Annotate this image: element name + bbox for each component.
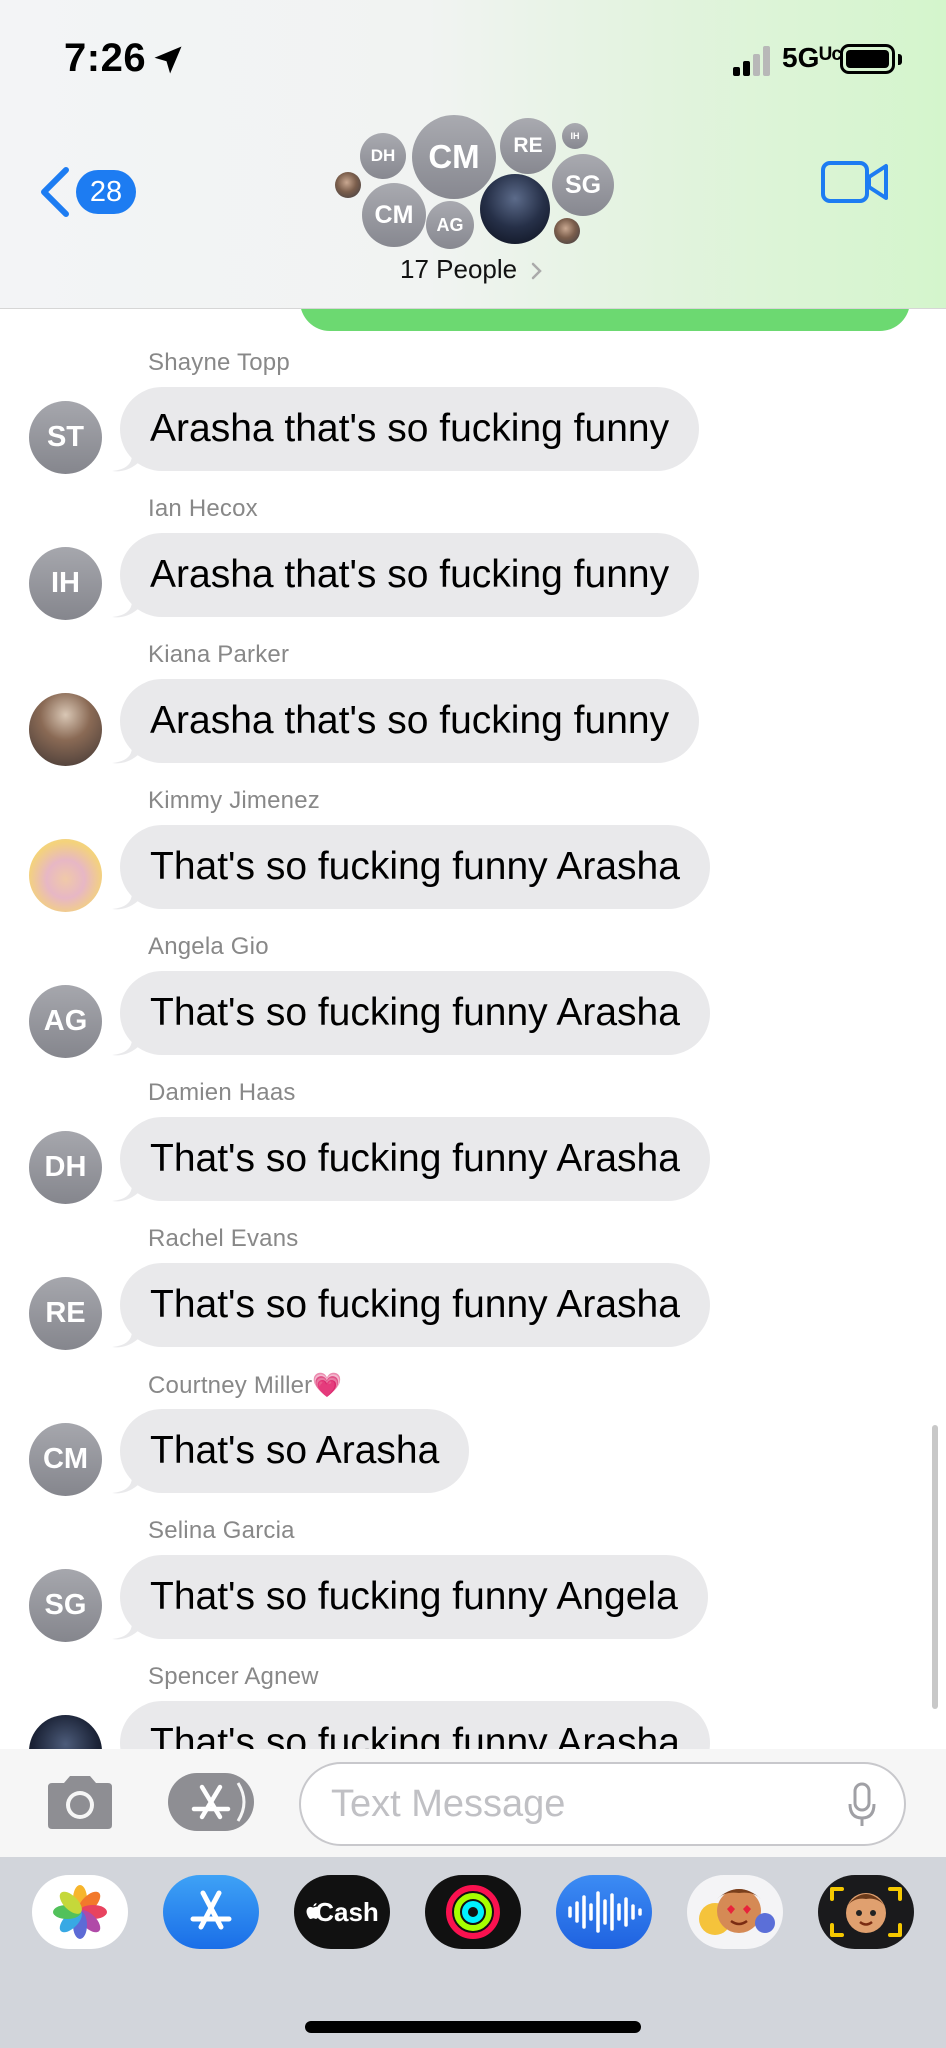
group-avatar: CM [362,183,426,247]
sender-name: Courtney Miller💗 [148,1372,343,1399]
compose-bar [0,1749,946,1857]
message-list[interactable]: Shayne Topp ST Arasha that's so fucking … [0,309,946,1749]
message-row: Selina Garcia SG That's so fucking funny… [0,1509,946,1655]
imessage-app-drawer: Cash [0,1857,946,2048]
message-row: Spencer Agnew That's so fucking funny Ar… [0,1655,946,1749]
message-row: Courtney Miller💗 CM That's so Arasha [0,1363,946,1509]
messages-screen: 7:26 5Gᵁᶜ 28 DH CM RE IH CM AG SG 17 Peo… [0,0,946,2048]
sender-name: Ian Hecox [148,495,258,522]
app-store-icon [190,1890,232,1930]
audio-message-icon [568,1891,642,1933]
message-row: Ian Hecox IH Arasha that's so fucking fu… [0,487,946,633]
activity-icon [446,1885,500,1939]
group-avatar: IH [562,123,588,149]
location-arrow-icon [154,46,182,74]
sender-name: Spencer Agnew [148,1663,319,1690]
battery-nub [898,54,902,65]
chevron-left-icon [41,167,69,217]
message-input[interactable] [331,1764,811,1844]
photos-app-button[interactable] [32,1875,128,1949]
audio-message-app-button[interactable] [556,1875,652,1949]
activity-app-button[interactable] [425,1875,521,1949]
sender-name: Selina Garcia [148,1517,295,1544]
received-message-bubble[interactable]: That's so fucking funny Arasha [120,1701,710,1749]
sender-avatar[interactable]: IH [29,547,102,620]
photos-icon [53,1885,107,1939]
memoji-app-button[interactable] [818,1875,914,1949]
sender-avatar[interactable]: ST [29,401,102,474]
sender-name: Damien Haas [148,1079,296,1106]
sender-avatar[interactable]: CM [29,1423,102,1496]
group-avatar-photo [335,172,361,198]
received-message-bubble[interactable]: That's so fucking funny Angela [120,1555,708,1639]
sender-name: Kiana Parker [148,641,290,668]
group-avatar-cluster[interactable]: DH CM RE IH CM AG SG [330,110,620,250]
apple-logo-icon [306,1903,320,1919]
back-button[interactable]: 28 [38,162,148,222]
cellular-signal-icon [733,46,773,76]
chevron-right-icon [531,262,542,280]
network-type: 5Gᵁᶜ [782,42,843,73]
received-message-bubble[interactable]: Arasha that's so fucking funny [120,679,700,763]
received-message-bubble[interactable]: Arasha that's so fucking funny [120,387,700,471]
received-message-bubble[interactable]: Arasha that's so fucking funny [120,533,700,617]
conversation-header: 7:26 5Gᵁᶜ 28 DH CM RE IH CM AG SG 17 Peo… [0,0,946,309]
message-row: Damien Haas DH That's so fucking funny A… [0,1071,946,1217]
sender-name: Angela Gio [148,933,269,960]
message-text-field[interactable] [299,1762,906,1846]
group-avatar: SG [552,154,614,216]
unread-count-badge: 28 [76,170,136,214]
home-indicator[interactable] [305,2021,641,2033]
sent-message-bubble[interactable] [300,309,910,331]
group-members-label[interactable]: 17 People [400,254,517,285]
sender-avatar[interactable]: SG [29,1569,102,1642]
memoji-icon [830,1887,902,1937]
sender-avatar[interactable]: AG [29,985,102,1058]
camera-icon[interactable] [42,1773,118,1833]
sender-name: Shayne Topp [148,349,290,376]
message-row: Kimmy Jimenez That's so fucking funny Ar… [0,779,946,925]
status-time: 7:26 [64,36,147,80]
received-message-bubble[interactable]: That's so Arasha [120,1409,470,1493]
sender-avatar-photo[interactable] [29,693,102,766]
battery-icon [840,44,895,74]
app-store-icon [191,1782,246,1822]
group-avatar: RE [500,118,556,174]
sender-avatar[interactable]: DH [29,1131,102,1204]
scrollbar[interactable] [932,1425,938,1709]
received-message-bubble[interactable]: That's so fucking funny Arasha [120,825,710,909]
sender-avatar-photo[interactable] [29,1715,102,1749]
sender-name: Rachel Evans [148,1225,299,1252]
message-row: Kiana Parker Arasha that's so fucking fu… [0,633,946,779]
message-row: Shayne Topp ST Arasha that's so fucking … [0,341,946,487]
group-avatar: AG [426,201,474,249]
group-avatar: DH [360,133,406,179]
received-message-bubble[interactable]: That's so fucking funny Arasha [120,1263,710,1347]
group-avatar-photo [554,218,580,244]
apple-cash-app-button[interactable]: Cash [294,1875,390,1949]
microphone-icon[interactable] [847,1782,877,1828]
sender-avatar-photo[interactable] [29,839,102,912]
group-avatar-photo [480,174,550,244]
received-message-bubble[interactable]: That's so fucking funny Arasha [120,971,710,1055]
message-row: Angela Gio AG That's so fucking funny Ar… [0,925,946,1071]
memoji-stickers-icon [699,1889,775,1935]
received-message-bubble[interactable]: That's so fucking funny Arasha [120,1117,710,1201]
message-row: Rachel Evans RE That's so fucking funny … [0,1217,946,1363]
facetime-video-icon[interactable] [820,158,890,206]
memoji-stickers-app-button[interactable] [687,1875,783,1949]
app-store-app-button[interactable] [163,1875,259,1949]
group-avatar: CM [412,115,496,199]
sender-avatar[interactable]: RE [29,1277,102,1350]
sender-name: Kimmy Jimenez [148,787,320,814]
app-store-button[interactable] [168,1773,254,1831]
